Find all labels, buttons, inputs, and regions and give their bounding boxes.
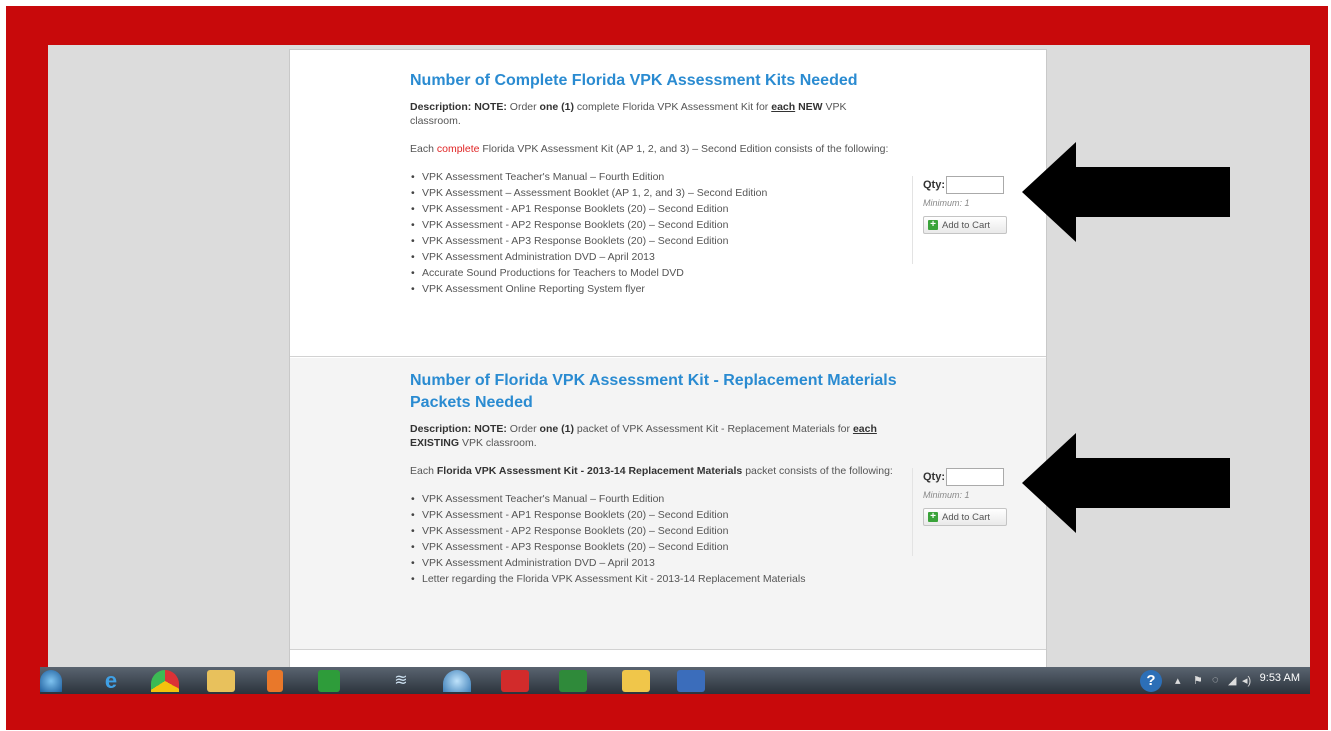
kit-contents-list: VPK Assessment Teacher's Manual – Fourth…	[410, 169, 900, 297]
qty-label: Qty:	[923, 179, 945, 191]
adobe-reader-icon[interactable]	[494, 670, 536, 694]
add-to-cart-button[interactable]: + Add to Cart	[923, 508, 1007, 526]
green-app-icon[interactable]	[308, 670, 350, 694]
product-complete-kit: Number of Complete Florida VPK Assessmen…	[290, 50, 1046, 357]
list-item: Accurate Sound Productions for Teachers …	[411, 265, 900, 281]
product-page: Number of Complete Florida VPK Assessmen…	[289, 49, 1047, 668]
clock[interactable]: 9:53 AM	[1260, 672, 1300, 684]
flag-icon[interactable]: ⚑	[1193, 674, 1203, 687]
packet-contents-list: VPK Assessment Teacher's Manual – Fourth…	[410, 491, 900, 587]
product-description: Description: NOTE: Order one (1) packet …	[410, 423, 877, 449]
tray-arrow-icon[interactable]: ▴	[1175, 674, 1181, 687]
arrow-left-icon	[1022, 142, 1230, 242]
taskbar: e ≋ ? ▴ ⚑ ◌ ◢ ◂) 9:53 AM	[40, 667, 1310, 694]
list-item: Letter regarding the Florida VPK Assessm…	[411, 571, 900, 587]
list-item: VPK Assessment - AP3 Response Booklets (…	[411, 539, 900, 555]
order-panel: Qty: Minimum: 1 + Add to Cart	[912, 468, 1012, 556]
product-content: Number of Complete Florida VPK Assessmen…	[410, 70, 900, 297]
network-app-icon[interactable]: ≋	[380, 670, 422, 694]
file-explorer-icon[interactable]	[200, 670, 242, 694]
order-panel: Qty: Minimum: 1 + Add to Cart	[912, 176, 1012, 264]
list-item: VPK Assessment - AP2 Response Booklets (…	[411, 217, 900, 233]
qty-row: Qty:	[923, 176, 1012, 194]
qty-label: Qty:	[923, 471, 945, 483]
word-icon[interactable]	[670, 670, 712, 694]
list-item: VPK Assessment Administration DVD – Apri…	[411, 249, 900, 265]
browser-globe-icon[interactable]	[436, 670, 478, 694]
plus-icon: +	[928, 220, 938, 230]
qty-input[interactable]	[946, 468, 1004, 486]
chrome-icon[interactable]	[144, 670, 186, 694]
add-to-cart-label: Add to Cart	[942, 511, 991, 523]
list-item: VPK Assessment – Assessment Booklet (AP …	[411, 185, 900, 201]
product-content: Number of Florida VPK Assessment Kit - R…	[410, 370, 900, 587]
help-icon[interactable]: ?	[1140, 670, 1162, 692]
minimum-note: Minimum: 1	[923, 198, 970, 208]
product-intro: Each complete Florida VPK Assessment Kit…	[410, 143, 889, 155]
list-item: VPK Assessment - AP2 Response Booklets (…	[411, 523, 900, 539]
minimum-note: Minimum: 1	[923, 490, 970, 500]
internet-explorer-icon[interactable]: e	[90, 670, 132, 694]
network-icon[interactable]: ◌	[1212, 674, 1219, 686]
add-to-cart-button[interactable]: + Add to Cart	[923, 216, 1007, 234]
product-replacement-packet: Number of Florida VPK Assessment Kit - R…	[290, 358, 1046, 650]
list-item: VPK Assessment - AP1 Response Booklets (…	[411, 507, 900, 523]
qty-input[interactable]	[946, 176, 1004, 194]
list-item: VPK Assessment Online Reporting System f…	[411, 281, 900, 297]
product-intro: Each Florida VPK Assessment Kit - 2013-1…	[410, 465, 893, 477]
list-item: VPK Assessment Teacher's Manual – Fourth…	[411, 491, 900, 507]
add-to-cart-label: Add to Cart	[942, 219, 991, 231]
media-player-icon[interactable]	[254, 670, 296, 694]
product-title: Number of Complete Florida VPK Assessmen…	[410, 72, 858, 89]
qty-row: Qty:	[923, 468, 1012, 486]
list-item: VPK Assessment Teacher's Manual – Fourth…	[411, 169, 900, 185]
system-tray: ? ▴ ⚑ ◌ ◢ ◂) 9:53 AM	[1100, 667, 1310, 694]
start-orb-icon[interactable]	[40, 670, 62, 694]
product-description: Description: NOTE: Order one (1) complet…	[410, 101, 847, 127]
list-item: VPK Assessment Administration DVD – Apri…	[411, 555, 900, 571]
list-item: VPK Assessment - AP3 Response Booklets (…	[411, 233, 900, 249]
volume-icon[interactable]: ◂)	[1242, 674, 1251, 687]
signal-icon[interactable]: ◢	[1228, 674, 1236, 687]
excel-icon[interactable]	[552, 670, 594, 694]
list-item: VPK Assessment - AP1 Response Booklets (…	[411, 201, 900, 217]
plus-icon: +	[928, 512, 938, 522]
arrow-left-icon	[1022, 433, 1230, 533]
screen-area: Number of Complete Florida VPK Assessmen…	[48, 45, 1310, 668]
product-title: Number of Florida VPK Assessment Kit - R…	[410, 372, 897, 411]
outlook-icon[interactable]	[615, 670, 657, 694]
